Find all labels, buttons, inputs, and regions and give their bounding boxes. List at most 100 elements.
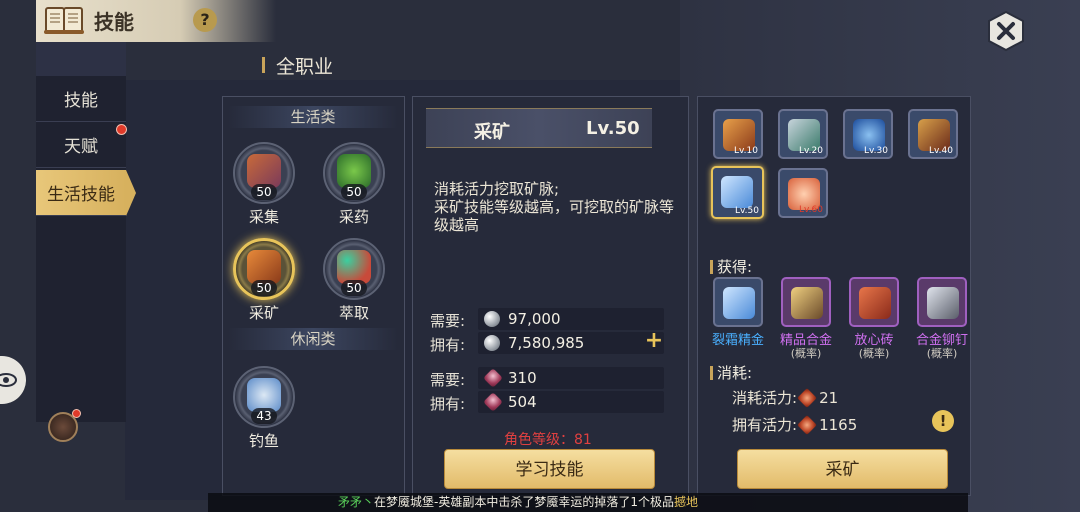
mine-button[interactable]: 采矿: [737, 449, 948, 489]
ore-icon: [721, 176, 753, 208]
gather-icon: [247, 154, 281, 188]
talent-notification-dot: [116, 124, 127, 135]
tab-skill[interactable]: 技能: [36, 76, 126, 122]
ore-lv60[interactable]: Lv.60: [778, 168, 828, 218]
ore-lv30[interactable]: Lv.30: [843, 109, 893, 159]
side-menu-toggle[interactable]: [0, 356, 26, 404]
skill-level: Lv.50: [586, 118, 640, 139]
fish-icon: [247, 378, 281, 412]
gem-have-row: 拥有: 504: [430, 391, 664, 413]
category-leisure: 休闲类: [228, 328, 398, 350]
question-icon[interactable]: ?: [193, 8, 217, 32]
res-box: [478, 367, 664, 389]
skill-level-badge: 50: [341, 184, 367, 200]
brick-icon: [859, 287, 891, 319]
skill-gather[interactable]: 50 采集: [229, 142, 299, 226]
res-box: [478, 308, 664, 330]
skill-level-badge: 43: [251, 408, 277, 424]
skill-mining[interactable]: 50 采矿: [229, 238, 299, 322]
learn-skill-button[interactable]: 学习技能: [444, 449, 655, 489]
vitality-cost-row: 消耗活力: 21: [732, 387, 838, 408]
ore-level: Lv.20: [799, 146, 823, 156]
skill-label: 采集: [248, 208, 279, 226]
res-label: 拥有:: [430, 336, 466, 354]
reward-sub: (概率): [926, 347, 958, 360]
crystal-icon: [723, 287, 755, 319]
ore-lv40[interactable]: Lv.40: [908, 109, 958, 159]
rewards-title: 获得:: [717, 258, 753, 276]
ore-level: Lv.10: [734, 146, 758, 156]
res-label: 需要:: [430, 371, 466, 389]
info-icon[interactable]: !: [932, 410, 954, 432]
gem-have-value: 504: [508, 393, 537, 411]
ore-lv20[interactable]: Lv.20: [778, 109, 828, 159]
broadcast-ticker: 矛矛丶在梦魇城堡-英雄副本中击杀了梦魇幸运的掉落了1个极品撼地: [208, 493, 968, 512]
silver-coin-icon: [484, 335, 500, 351]
ore-level: Lv.50: [735, 206, 759, 216]
reward-item[interactable]: [713, 277, 763, 327]
ticker-nick[interactable]: 矛矛丶: [338, 495, 374, 509]
ore-level: Lv.60: [799, 205, 823, 215]
vitality-icon: [797, 388, 817, 408]
silver-coin-icon: [484, 311, 500, 327]
skill-fishing[interactable]: 43 钓鱼: [229, 366, 299, 450]
ore-level: Lv.40: [929, 146, 953, 156]
category-life: 生活类: [228, 106, 398, 128]
cost-label: 消耗活力:: [732, 389, 798, 407]
close-icon[interactable]: [986, 10, 1026, 52]
reward-item[interactable]: [849, 277, 899, 327]
ore-icon: [247, 250, 281, 284]
silver-need-row: 需要: 97,000: [430, 308, 664, 330]
tab-life-skill[interactable]: 生活技能: [36, 170, 126, 216]
silver-need-value: 97,000: [508, 310, 561, 328]
active-tab-arrow: [126, 170, 136, 216]
res-label: 拥有:: [430, 395, 466, 413]
reward-item[interactable]: [917, 277, 967, 327]
rivet-icon: [927, 287, 959, 319]
have-label: 拥有活力:: [732, 416, 798, 434]
avatar-notification-dot: [72, 409, 81, 418]
skill-extract[interactable]: 50 萃取: [319, 238, 389, 322]
reward-sub: (概率): [790, 347, 822, 360]
alloy-cube-icon: [791, 287, 823, 319]
skill-label: 钓鱼: [248, 432, 279, 450]
silver-have-row: 拥有: 7,580,985: [430, 332, 664, 354]
cost-value: 21: [819, 389, 839, 407]
ticker-text: 在梦魇城堡-英雄副本中击杀了梦魇幸运的掉落了1个极品: [374, 495, 674, 509]
herb-icon: [337, 154, 371, 188]
skill-label: 采药: [338, 208, 369, 226]
skill-name: 采矿: [474, 122, 510, 143]
eye-icon: [0, 373, 17, 387]
ore-lv10[interactable]: Lv.10: [713, 109, 763, 159]
gem-need-row: 需要: 310: [430, 367, 664, 389]
ticker-item[interactable]: 撼地: [674, 495, 698, 509]
gem-need-value: 310: [508, 369, 537, 387]
ore-level: Lv.30: [864, 146, 888, 156]
consume-title: 消耗:: [717, 364, 753, 382]
skill-level-badge: 50: [251, 280, 277, 296]
sub-bar: [710, 366, 713, 380]
reward-name: 裂霜精金: [711, 333, 764, 348]
section-bar: [262, 57, 265, 73]
book-icon: [44, 7, 84, 34]
vitality-have-row: 拥有活力: 1165: [732, 414, 857, 435]
tab-talent[interactable]: 天赋: [36, 122, 126, 168]
tab-column-top: [36, 42, 126, 76]
reward-sub: (概率): [858, 347, 890, 360]
res-box: [478, 391, 664, 413]
res-label: 需要:: [430, 312, 466, 330]
skill-level-badge: 50: [341, 280, 367, 296]
reward-item[interactable]: [781, 277, 831, 327]
section-title: 全职业: [276, 56, 334, 78]
skill-label: 萃取: [338, 304, 369, 322]
add-silver-button[interactable]: +: [644, 330, 664, 352]
page-title: 技能: [94, 10, 134, 34]
ore-lv50[interactable]: Lv.50: [711, 166, 764, 219]
extract-icon: [337, 250, 371, 284]
have-value: 1165: [819, 416, 858, 434]
skill-herb[interactable]: 50 采药: [319, 142, 389, 226]
skill-level-badge: 50: [251, 184, 277, 200]
vitality-icon: [797, 415, 817, 435]
role-level-requirement: 角色等级：81: [504, 432, 592, 448]
sub-bar: [710, 260, 713, 274]
